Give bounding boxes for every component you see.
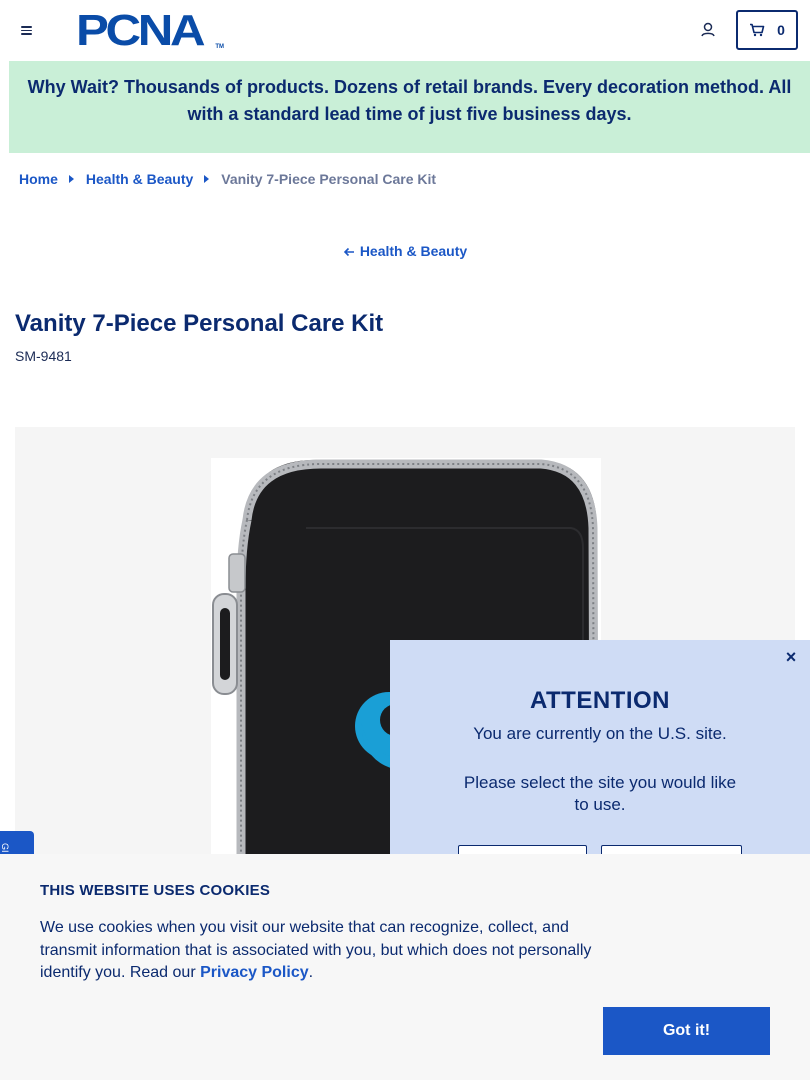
back-link-label: Health & Beauty [359,243,468,259]
logo[interactable]: PCNA TM [76,6,226,55]
menu-icon [21,26,32,28]
site-header: PCNA TM 0 [0,0,810,61]
arrow-left-icon [343,247,354,257]
cart-count: 0 [777,22,785,38]
cookie-accept-button[interactable]: Got it! [603,1007,770,1055]
logo-text: PCNA [76,6,206,55]
cookie-title: THIS WEBSITE USES COOKIES [40,882,271,899]
account-button[interactable] [697,19,719,41]
menu-button[interactable] [16,19,40,41]
cart-button[interactable]: 0 [736,10,798,50]
modal-current-site-text: You are currently on the U.S. site. [473,724,727,743]
promo-text: Why Wait? Thousands of products. Dozens … [27,77,792,124]
menu-icon-bar [21,29,32,32]
menu-icon-bar [21,33,32,35]
cookie-text: We use cookies when you visit our websit… [40,917,610,985]
breadcrumb-current: Vanity 7-Piece Personal Care Kit [221,171,437,187]
account-icon [701,22,715,37]
cart-icon [750,23,765,37]
cookie-text-end: . [308,964,314,981]
close-icon[interactable]: × [780,646,802,668]
cookie-banner: THIS WEBSITE USES COOKIES We use cookies… [0,854,810,1080]
promo-banner: Why Wait? Thousands of products. Dozens … [9,61,810,153]
breadcrumb-home[interactable]: Home [19,171,58,187]
chevron-right-icon [68,175,74,183]
modal-select-site-text: Please select the site you would like to… [463,773,737,814]
logo-trademark: TM [215,44,224,50]
breadcrumb-category[interactable]: Health & Beauty [86,171,193,187]
chevron-right-icon [204,175,210,183]
back-to-category-link[interactable]: Health & Beauty [0,243,810,259]
breadcrumb: Home Health & Beauty Vanity 7-Piece Pers… [19,171,436,187]
privacy-policy-link[interactable]: Privacy Policy [200,964,309,981]
modal-title: ATTENTION [529,687,671,714]
product-sku: SM-9481 [15,348,72,364]
side-tab-label: GI [0,843,10,853]
product-title: Vanity 7-Piece Personal Care Kit [15,310,384,337]
page: PCNA TM 0 Why Wait? Thousands of product… [0,0,810,1080]
cookie-text-body: We use cookies when you visit our websit… [40,919,592,981]
